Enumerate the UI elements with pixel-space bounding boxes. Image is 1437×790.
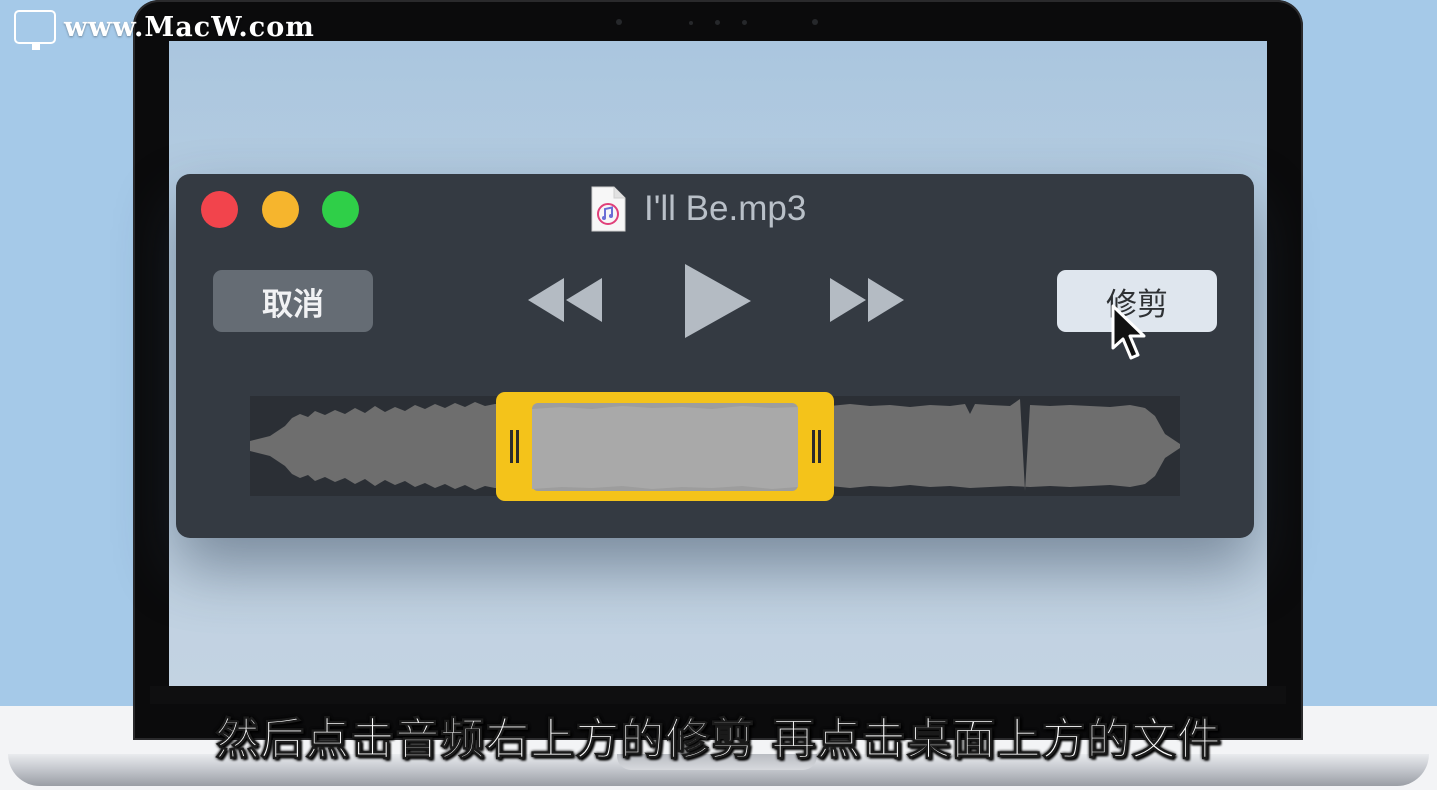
sensor-dot: [689, 21, 693, 25]
close-window-button[interactable]: [201, 191, 238, 228]
play-icon: [685, 264, 751, 338]
rewind-icon: [528, 278, 602, 322]
mouse-cursor-icon: [1111, 304, 1149, 366]
watermark: www.MacW.com: [14, 8, 315, 50]
fast-forward-icon: [830, 278, 904, 322]
rewind-button[interactable]: [526, 276, 604, 328]
fast-forward-button[interactable]: [828, 276, 906, 328]
cancel-button[interactable]: 取消: [213, 270, 373, 332]
video-subtitle: 然后点击音频右上方的修剪 再点击桌面上方的文件: [215, 714, 1222, 766]
play-button[interactable]: [683, 262, 753, 344]
sensor-dot: [742, 20, 747, 25]
window-title: I'll Be.mp3: [644, 189, 807, 228]
sensor-dot: [616, 19, 622, 25]
minimize-window-button[interactable]: [262, 191, 299, 228]
maximize-window-button[interactable]: [322, 191, 359, 228]
trim-end-handle[interactable]: [806, 420, 828, 475]
lower-bezel: [150, 686, 1286, 704]
sensor-dot: [812, 19, 818, 25]
window-title-bar: I'll Be.mp3: [590, 185, 806, 233]
music-file-icon: [590, 186, 626, 232]
selected-waveform-region: [532, 403, 798, 491]
camera-icon: [715, 20, 720, 25]
watermark-text: www.MacW.com: [64, 11, 315, 43]
watermark-monitor-icon: [14, 10, 56, 50]
trim-start-handle[interactable]: [505, 420, 527, 475]
